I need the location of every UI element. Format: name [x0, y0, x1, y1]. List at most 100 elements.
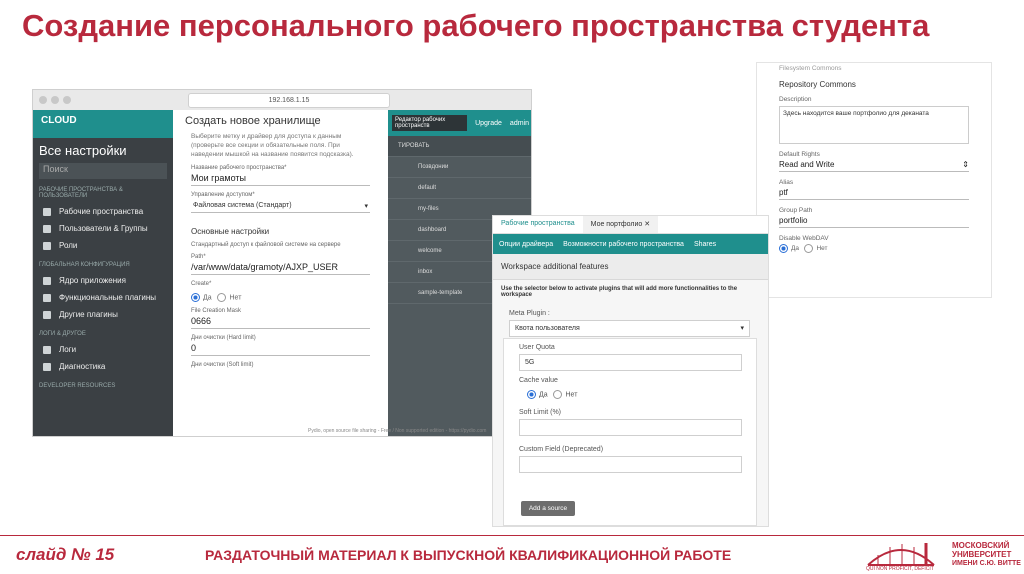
field-label: Disable WebDAV — [779, 235, 829, 242]
panel-description: Use the selector below to activate plugi… — [501, 286, 738, 298]
browser-chrome: 192.168.1.15 — [33, 90, 531, 111]
sidebar-item-logs[interactable]: Логи — [33, 341, 173, 358]
sidebar-section: ЛОГИ & ДРУГОЕ — [39, 331, 86, 337]
soft-limit-input[interactable] — [519, 419, 742, 436]
minimize-dot-icon[interactable] — [51, 96, 59, 104]
logo-line-3: ИМЕНИ С.Ю. ВИТТЕ — [952, 560, 1021, 567]
address-bar[interactable]: 192.168.1.15 — [188, 93, 390, 108]
screenshot-repository-settings: Filesystem Commons Repository Commons De… — [756, 62, 992, 298]
access-driver-select[interactable]: Файловая система (Стандарт) ▾ — [191, 200, 370, 213]
workspace-name-input[interactable]: Мои грамоты — [191, 173, 370, 186]
sidebar-item-workspaces[interactable]: Рабочие пространства — [33, 203, 173, 220]
slide-number: слайд № 15 — [16, 545, 115, 564]
repository-commons-header[interactable]: Repository Commons — [757, 72, 991, 89]
gears-icon — [43, 276, 51, 285]
mask-input[interactable]: 0666 — [191, 316, 370, 329]
radio-no[interactable] — [804, 244, 814, 253]
close-icon[interactable]: ✕ — [644, 221, 650, 228]
form-title: Создать новое хранилище — [185, 115, 321, 127]
radio-yes[interactable] — [527, 390, 536, 399]
plugin-config-fields: User Quota 5G Cache value Да Нет Soft Li… — [493, 338, 768, 473]
list-item[interactable]: Позвдонии — [388, 157, 531, 178]
radio-yes[interactable] — [779, 244, 788, 253]
select-arrows-icon: ⇕ — [962, 160, 969, 169]
diagnostics-icon — [43, 362, 51, 371]
sidebar-section: DEVELOPER RESOURCES — [39, 383, 116, 389]
path-input[interactable]: /var/www/data/gramoty/AJXP_USER — [191, 262, 370, 275]
add-source-button[interactable]: Add a source — [521, 501, 575, 516]
sidebar-section: РАБОЧИЕ ПРОСТРАНСТВА & ПОЛЬЗОВАТЕЛИ — [39, 187, 123, 199]
list-header: ТИРОВАТЬ — [388, 136, 531, 157]
plugin-icon — [43, 293, 51, 302]
tab-workspaces[interactable]: Рабочие пространства — [493, 216, 583, 233]
list-item[interactable]: default — [388, 178, 531, 199]
upgrade-link[interactable]: Upgrade — [475, 120, 502, 127]
chevron-down-icon: ▾ — [740, 325, 744, 332]
sidebar-title: Все настройки — [39, 143, 127, 158]
footer-divider — [0, 535, 1024, 536]
radio-yes[interactable] — [191, 293, 200, 302]
filesystem-commons-header[interactable]: Filesystem Commons — [757, 63, 991, 72]
tab-workspace-features[interactable]: Возможности рабочего пространства — [563, 241, 684, 248]
group-path-input[interactable]: portfolio — [779, 216, 969, 228]
alias-input[interactable]: ptf — [779, 188, 969, 200]
hard-limit-input[interactable]: 0 — [191, 343, 370, 356]
handout-caption: РАЗДАТОЧНЫЙ МАТЕРИАЛ К ВЫПУСКНОЙ КВАЛИФИ… — [205, 547, 732, 563]
sidebar-item-plugins[interactable]: Функциональные плагины — [33, 289, 173, 306]
field-label: Create* — [191, 281, 212, 287]
tab-portfolio[interactable]: Мое портфолио ✕ — [582, 216, 659, 233]
sidebar-item-core[interactable]: Ядро приложения — [33, 272, 173, 289]
sidebar-item-other-plugins[interactable]: Другие плагины — [33, 306, 173, 323]
sidebar-item-diagnostics[interactable]: Диагностика — [33, 358, 173, 375]
field-label: File Creation Mask — [191, 308, 242, 314]
screenshot-workspace-features: Рабочие пространства Мое портфолио ✕ Опц… — [492, 215, 769, 527]
top-bar: Редактор рабочих пространств Upgrade adm… — [388, 110, 531, 136]
logo-line-1: МОСКОВСКИЙ — [952, 541, 1010, 550]
section-toggle[interactable]: Основные настройки — [173, 213, 388, 236]
field-label: Cache value — [519, 377, 558, 384]
cache-radio-group: Да Нет — [493, 384, 768, 399]
radio-no[interactable] — [553, 390, 563, 399]
user-quota-input[interactable]: 5G — [519, 354, 742, 371]
sidebar-item-roles[interactable]: Роли — [33, 237, 173, 254]
screenshot-workspace-creation: 192.168.1.15 CLOUD Все настройки Поиск Р… — [32, 89, 532, 437]
field-label: Дни очистки (Hard limit) — [191, 335, 256, 341]
sidebar-item-users[interactable]: Пользователи & Группы — [33, 220, 173, 237]
roles-icon — [43, 241, 51, 250]
chevron-down-icon: ▾ — [364, 203, 368, 210]
field-label: Alias — [779, 179, 794, 186]
logs-icon — [43, 345, 51, 354]
meta-plugin-select[interactable]: Квота пользователя ▾ — [509, 320, 750, 337]
workspaces-icon — [43, 207, 51, 216]
admin-sidebar: CLOUD Все настройки Поиск РАБОЧИЕ ПРОСТР… — [33, 110, 173, 436]
create-radio-group: Да Нет — [173, 287, 388, 302]
radio-no[interactable] — [217, 293, 227, 302]
users-icon — [43, 224, 51, 233]
admin-menu[interactable]: admin — [510, 120, 529, 127]
field-label: Group Path — [779, 207, 813, 214]
description-textarea[interactable]: Здесь находится ваше портфолио для декан… — [779, 106, 969, 144]
sidebar-search-input[interactable]: Поиск — [39, 163, 167, 179]
field-label: Управление доступом* — [191, 192, 255, 198]
logo-motto: QUI NON PROFICIT, DEFICIT — [866, 566, 934, 572]
panel-header: Workspace additional features — [493, 254, 768, 280]
sidebar-section: ГЛОБАЛЬНАЯ КОНФИГУРАЦИЯ — [39, 262, 130, 268]
logo-line-2: УНИВЕРСИТЕТ — [952, 550, 1012, 559]
field-label: Path* — [191, 254, 206, 260]
field-label: Meta Plugin : — [509, 310, 550, 317]
section-hint: Стандартный доступ к файловой системе на… — [191, 242, 341, 248]
section-tabs: Опции драйвера Возможности рабочего прос… — [493, 234, 768, 254]
brand-logo: CLOUD — [41, 115, 77, 126]
custom-field-input[interactable] — [519, 456, 742, 473]
tab-driver-options[interactable]: Опции драйвера — [499, 241, 553, 248]
maximize-dot-icon[interactable] — [63, 96, 71, 104]
slide-title: Создание персонального рабочего простран… — [22, 8, 930, 43]
tab-shares[interactable]: Shares — [694, 241, 716, 248]
field-label: Дни очистки (Soft limit) — [191, 362, 254, 368]
webdav-radio-group: Да Нет — [757, 242, 991, 253]
default-rights-select[interactable]: Read and Write ⇕ — [779, 160, 969, 172]
field-label: User Quota — [519, 344, 555, 351]
close-dot-icon[interactable] — [39, 96, 47, 104]
plugin-icon — [43, 310, 51, 319]
field-label: Description — [779, 96, 812, 103]
